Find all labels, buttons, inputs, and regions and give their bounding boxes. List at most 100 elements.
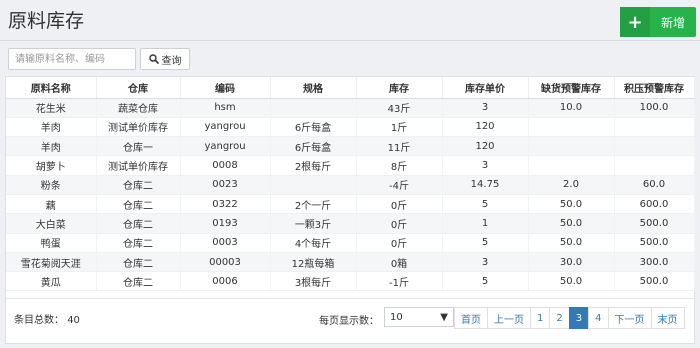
table-cell <box>614 155 695 176</box>
table-cell: 50.0 <box>528 271 615 292</box>
column-header: 库存 <box>356 77 443 99</box>
query-button[interactable]: 查询 <box>140 48 190 70</box>
table-cell <box>614 117 695 138</box>
table-cell: 仓库二 <box>96 213 181 234</box>
table-cell: 10.0 <box>528 98 615 118</box>
table-cell: 30.0 <box>528 252 615 273</box>
page-size-select[interactable]: 10 ▼ <box>384 307 454 327</box>
table-cell: 120 <box>442 136 529 157</box>
pagination-item[interactable]: 3 <box>568 307 590 329</box>
table-cell: 5 <box>442 194 529 215</box>
table-cell: 2个一斤 <box>270 194 357 215</box>
column-header: 积压预警库存 <box>614 77 695 99</box>
table-row[interactable]: 藕仓库二 0322 2个一斤 0斤 5 50.0 600.0 <box>6 194 695 215</box>
table-cell: 3 <box>442 252 529 273</box>
table-cell: 藕 <box>6 194 97 215</box>
table-cell: 羊肉 <box>6 136 97 157</box>
table-cell: 仓库二 <box>96 271 181 292</box>
table-cell: 胡萝卜 <box>6 155 97 176</box>
table-cell: 600.0 <box>614 194 695 215</box>
table-cell: 6斤每盒 <box>270 136 357 157</box>
table-header-row: 原料名称 仓库 编码 规格 库存 库存单价 缺货预警库存 积压预警库存 <box>6 77 695 99</box>
table-cell: 0斤 <box>356 213 443 234</box>
table-row[interactable]: 雪花菊阅天涯 仓库二 00003 12瓶每箱 0箱 3 30.0 300.0 <box>6 252 695 273</box>
table-cell: 0008 <box>180 155 271 176</box>
table-cell: 120 <box>442 117 529 138</box>
column-header: 原料名称 <box>6 77 97 99</box>
table-cell <box>528 117 615 138</box>
table-cell <box>270 175 357 195</box>
title-divider <box>0 40 700 41</box>
table-row[interactable]: 粉条 仓库二 0023 -4斤 14.75 2.0 60.0 <box>6 175 695 195</box>
caret-down-icon: ▼ <box>440 311 448 323</box>
column-header: 库存单价 <box>442 77 529 99</box>
add-button[interactable]: + 新增 <box>620 7 696 37</box>
table-cell: hsm <box>180 98 271 118</box>
table-row[interactable]: 黄瓜 仓库二 0006 3根每斤 -1斤 5 50.0 500.0 <box>6 271 695 292</box>
table-cell: 大白菜 <box>6 213 97 234</box>
table-cell: 0斤 <box>356 233 443 253</box>
table-cell: 60.0 <box>614 175 695 195</box>
column-header: 规格 <box>270 77 357 99</box>
column-header: 编码 <box>180 77 271 99</box>
table-cell: 6斤每盒 <box>270 117 357 138</box>
table-cell: 0006 <box>180 271 271 292</box>
table-cell: 蔬菜仓库 <box>96 98 181 118</box>
table-cell: 3 <box>442 155 529 176</box>
table-cell: 500.0 <box>614 233 695 253</box>
table-cell: 14.75 <box>442 175 529 195</box>
query-button-label: 查询 <box>161 55 182 67</box>
table-cell: 0322 <box>180 194 271 215</box>
pagination-item[interactable]: 上一页 <box>487 307 531 329</box>
pagination-item[interactable]: 2 <box>549 307 570 329</box>
table-row[interactable]: 花生米 蔬菜仓库 hsm 43斤 3 10.0 100.0 <box>6 98 695 118</box>
pagination-item[interactable]: 末页 <box>650 307 685 329</box>
table-cell: 11斤 <box>356 136 443 157</box>
table-cell: 雪花菊阅天涯 <box>6 252 97 273</box>
table-cell: 3 <box>442 98 529 118</box>
pagination: 首页 上一页 1 2 3 4 下一页 末页 <box>454 307 685 329</box>
table-row[interactable]: 鸭蛋 仓库二 0003 4个每斤 0斤 5 50.0 500.0 <box>6 233 695 253</box>
table-cell: -4斤 <box>356 175 443 195</box>
table-cell: 0箱 <box>356 252 443 273</box>
pagination-item[interactable]: 首页 <box>454 307 488 329</box>
table-cell: 50.0 <box>528 233 615 253</box>
table-cell: 100.0 <box>614 98 695 118</box>
table-cell: 00003 <box>180 252 271 273</box>
table-cell: 0023 <box>180 175 271 195</box>
table-cell: 8斤 <box>356 155 443 176</box>
table-cell: 500.0 <box>614 271 695 292</box>
table-cell: 仓库二 <box>96 194 181 215</box>
footer-divider <box>6 298 694 299</box>
table-cell: 0193 <box>180 213 271 234</box>
table-cell: 1斤 <box>356 117 443 138</box>
pagination-item[interactable]: 下一页 <box>607 307 652 329</box>
column-header: 仓库 <box>96 77 181 99</box>
table-cell: 50.0 <box>528 213 615 234</box>
table-cell: 花生米 <box>6 98 97 118</box>
table-cell: yangrou <box>180 136 271 157</box>
table-row[interactable]: 羊肉 仓库一 yangrou 6斤每盒 11斤 120 <box>6 136 695 157</box>
table-cell: 仓库二 <box>96 252 181 273</box>
table-cell: 2根每斤 <box>270 155 357 176</box>
table-row[interactable]: 胡萝卜 测试单价库存 0008 2根每斤 8斤 3 <box>6 155 695 176</box>
search-input[interactable] <box>8 48 136 70</box>
table-cell: 5 <box>442 271 529 292</box>
search-icon <box>148 54 159 64</box>
table-cell: 43斤 <box>356 98 443 118</box>
table-cell: 3根每斤 <box>270 271 357 292</box>
table-cell: 鸭蛋 <box>6 233 97 253</box>
total-count: 条目总数： 40 <box>14 311 80 326</box>
table-cell <box>614 136 695 157</box>
pagination-item[interactable]: 1 <box>530 307 551 329</box>
total-label: 条目总数： <box>14 315 64 326</box>
pagination-item[interactable]: 4 <box>588 307 609 329</box>
table-row[interactable]: 大白菜 仓库二 0193 一颗3斤 0斤 1 50.0 500.0 <box>6 213 695 234</box>
table-cell <box>270 98 357 118</box>
table-row[interactable]: 羊肉 测试单价库存 yangrou 6斤每盒 1斤 120 <box>6 117 695 138</box>
table-cell: 300.0 <box>614 252 695 273</box>
table-cell: yangrou <box>180 117 271 138</box>
table-cell: 12瓶每箱 <box>270 252 357 273</box>
table-cell: 500.0 <box>614 213 695 234</box>
add-button-label: 新增 <box>660 15 685 30</box>
